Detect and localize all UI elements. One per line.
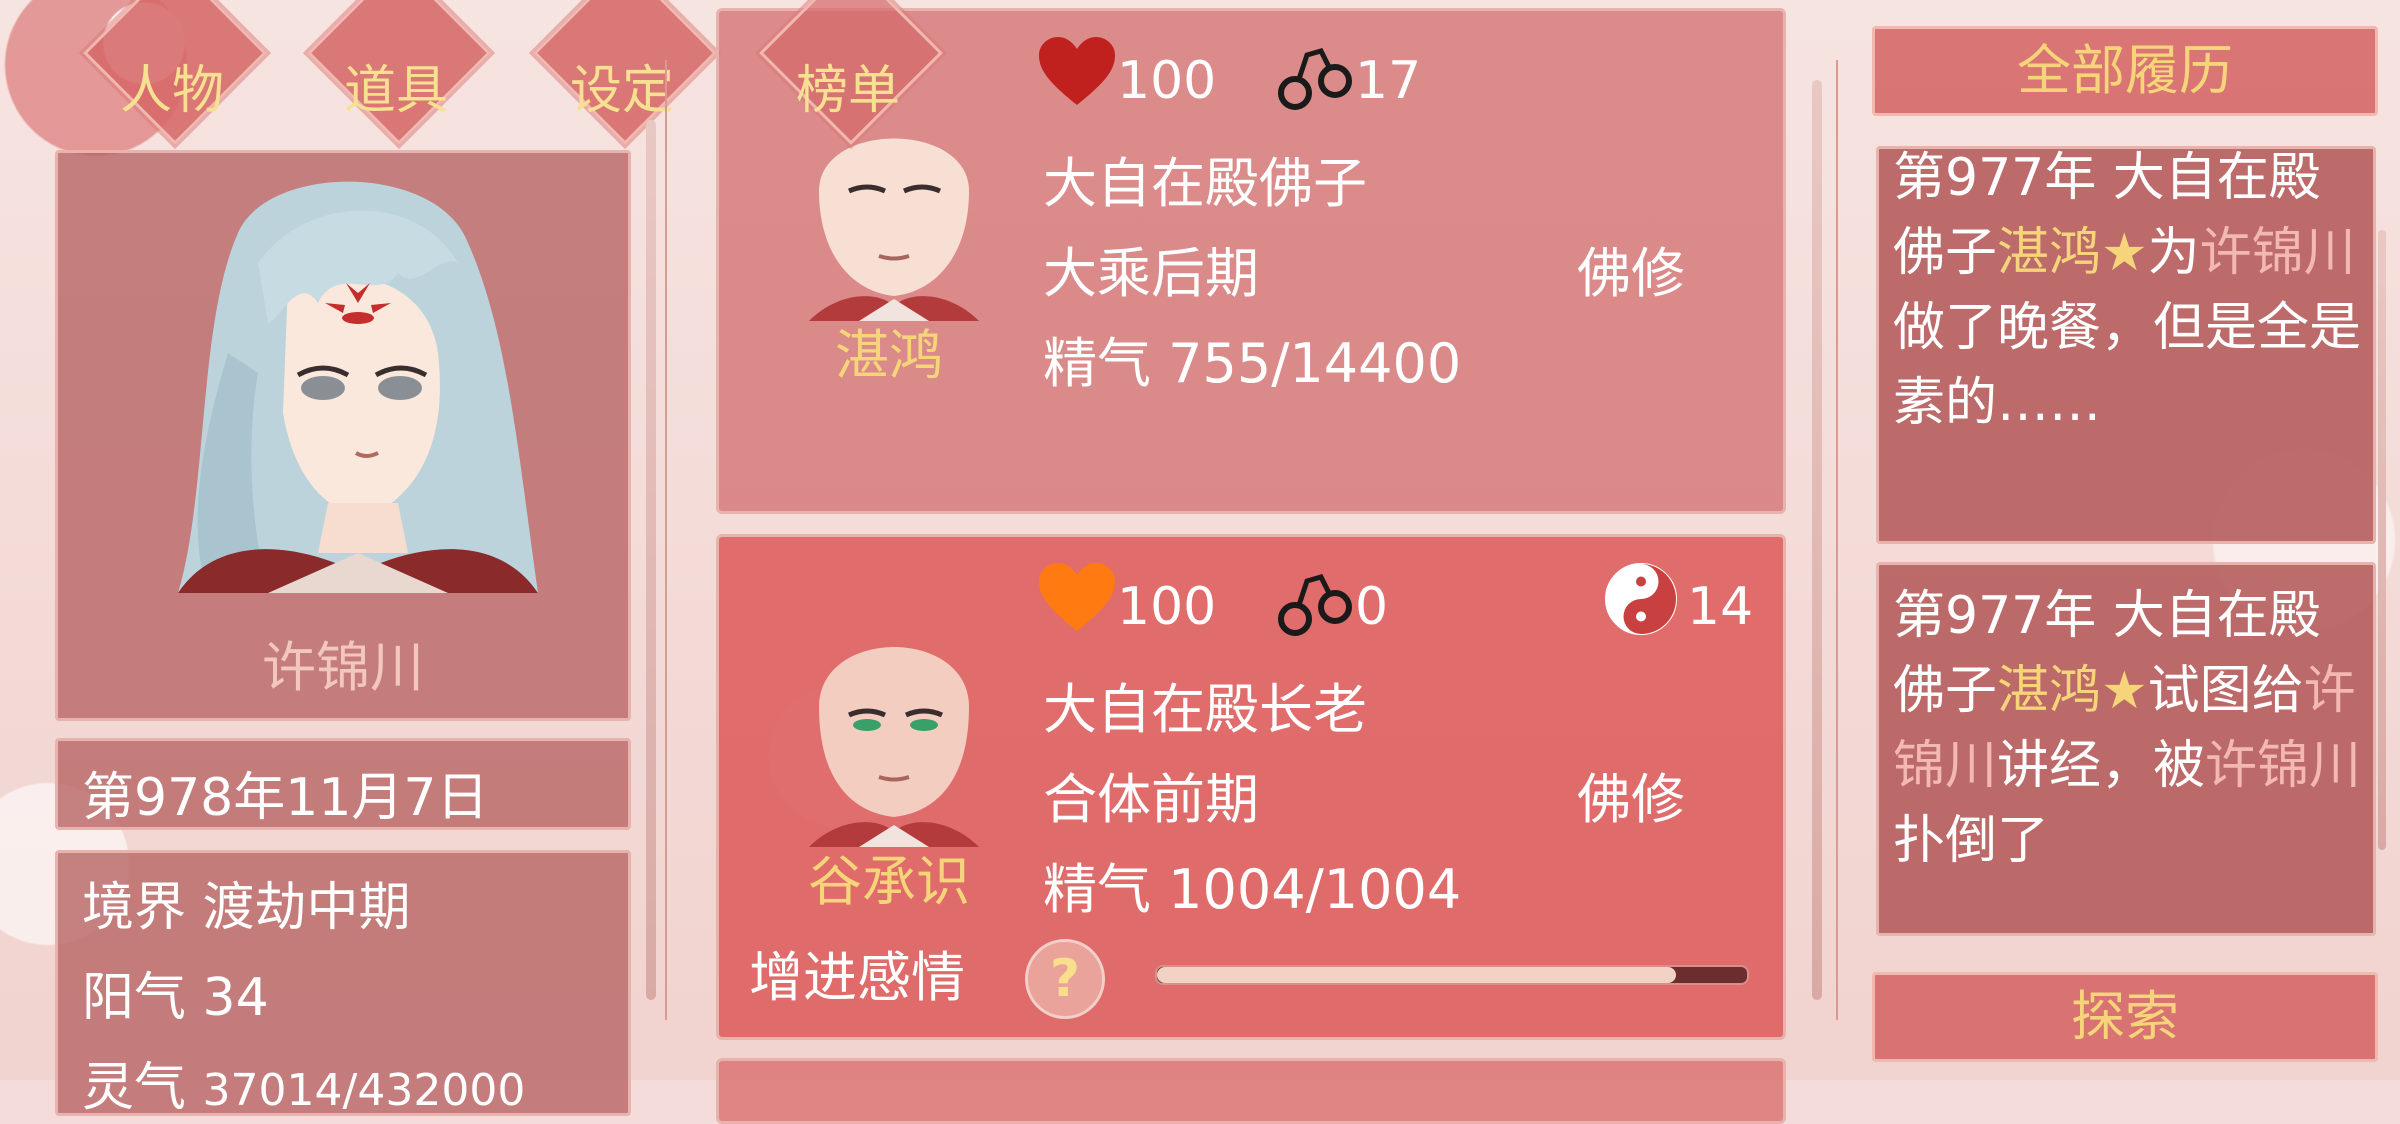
tab-items[interactable]: 道具 [298,0,494,170]
realm-value: 渡劫中期 [202,878,411,938]
left-divider [665,60,667,1020]
star-icon: ★ [2101,223,2148,283]
essence-value: 755/14400 [1168,332,1462,395]
log-character-name: 湛鸿 [1997,661,2102,721]
realm-label: 境界 [82,878,187,938]
player-stats-panel: 境界 渡劫中期 阳气 34 灵气 37014/432000 [55,850,631,1118]
player-portrait [178,181,538,594]
essence-line: 精气 755/14400 [1043,319,1461,398]
essence-value: 1004/1004 [1168,858,1462,921]
help-button[interactable]: ? [1025,939,1105,1019]
tab-label: 道具 [343,61,448,121]
realm-line: 境界 渡劫中期 [82,865,411,940]
affection-progress [1155,965,1749,985]
log-character-name: 湛鸿 [1997,223,2102,283]
essence-label: 精气 [1043,858,1151,921]
explore-button[interactable]: 探索 [1872,972,2378,1062]
history-scrollbar[interactable] [2378,230,2386,850]
log-text-part: 扑倒了 [1893,811,2050,871]
character-realm: 大乘后期 [1043,242,1259,305]
yang-value: 34 [202,968,269,1028]
spirit-line: 灵气 37014/432000 [82,1045,525,1120]
dao-value: 14 [1687,577,1754,637]
tab-ranking[interactable]: 榜单 [750,0,946,170]
yang-line: 阳气 34 [82,955,269,1030]
center-scrollbar[interactable] [1812,80,1822,1000]
log-text-part: 讲经，被 [1997,736,2206,796]
tab-label: 人物 [119,61,224,121]
tab-character[interactable]: 人物 [74,0,270,170]
log-text-part: 做了晚餐，但是全是素的…… [1893,298,2362,433]
history-log-entry: 第977年 大自在殿佛子湛鸿★试图给许锦川讲经，被许锦川扑倒了 [1876,562,2376,936]
log-text-part: 为 [2147,223,2200,283]
date-panel: 第978年11月7日 [55,738,631,830]
affection-value: 100 [1117,577,1217,637]
heart-icon [1039,563,1115,631]
log-text: 第977年 大自在殿佛子湛鸿★试图给许锦川讲经，被许锦川扑倒了 [1893,579,2363,879]
affection-value: 100 [1117,51,1217,111]
spirit-value: 37014/432000 [202,1065,526,1116]
improve-affection-label: 增进感情 [749,946,965,1009]
character-path: 佛修 [1577,768,1685,831]
tab-label: 榜单 [795,61,900,121]
log-text-part: 试图给 [2147,661,2304,721]
bond-value: 0 [1355,577,1389,637]
tab-label: 设定 [569,61,674,121]
player-portrait-panel[interactable]: 许锦川 [55,150,631,721]
essence-label: 精气 [1043,332,1151,395]
heart-icon [1039,37,1115,105]
bond-value: 17 [1355,51,1422,111]
log-player-name: 许锦川 [2199,223,2356,283]
left-scrollbar[interactable] [646,120,656,1000]
current-date: 第978年11月7日 [82,768,489,828]
player-name: 许锦川 [262,636,424,699]
character-title: 大自在殿佛子 [1043,152,1367,215]
yinyang-icon [1605,563,1677,635]
tab-settings[interactable]: 设定 [524,0,720,170]
yang-label: 阳气 [82,968,187,1028]
character-realm: 合体前期 [1043,768,1259,831]
spirit-label: 灵气 [82,1058,187,1118]
affection-progress-fill [1157,967,1677,983]
character-name: 湛鸿 [835,324,943,387]
character-avatar [809,647,979,847]
character-card[interactable] [716,1058,1786,1124]
log-text: 第977年 大自在殿佛子湛鸿★为许锦川做了晚餐，但是全是素的…… [1893,149,2363,441]
all-history-button[interactable]: 全部履历 [1872,26,2378,116]
handcuffs-icon [1278,48,1352,110]
star-icon: ★ [2101,661,2148,721]
log-player-name: 许锦川 [2205,736,2362,796]
center-divider [1836,60,1838,1020]
history-log-entry: 第977年 大自在殿佛子湛鸿★为许锦川做了晚餐，但是全是素的…… [1876,146,2376,544]
character-title: 大自在殿长老 [1043,678,1367,741]
character-name: 谷承识 [808,850,970,913]
character-card[interactable]: 谷承识 100 0 14 大自在殿长老 合体前期 佛修 精气 1004/1004… [716,534,1786,1040]
character-path: 佛修 [1577,242,1685,305]
handcuffs-icon [1278,574,1352,636]
essence-line: 精气 1004/1004 [1043,845,1461,924]
